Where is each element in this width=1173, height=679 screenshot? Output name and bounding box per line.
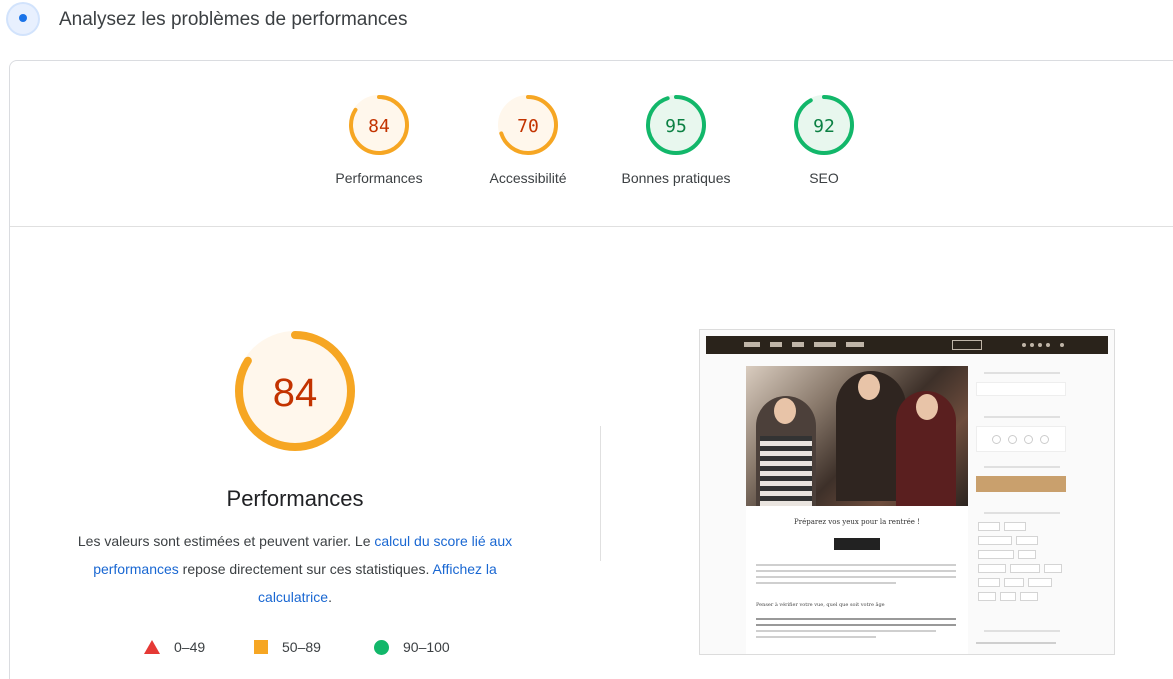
legend-average: 50–89 [254, 639, 321, 655]
legend-label: 50–89 [282, 639, 321, 655]
performance-score: 84 [273, 371, 318, 415]
score-legend: 0–49 50–89 90–100 [140, 637, 480, 661]
gauge-score: 84 [368, 116, 390, 137]
square-icon [254, 640, 268, 654]
gauge-label: Performances [335, 170, 423, 186]
gauge-seo[interactable]: 92 SEO [754, 94, 894, 186]
thumbnail-subheading: Penser à vérifier votre vue, quel que so… [756, 602, 885, 608]
triangle-icon [144, 640, 160, 654]
performance-gauge-ring: 84 [235, 331, 355, 451]
gauge-label: Bonnes pratiques [621, 170, 731, 186]
legend-label: 90–100 [403, 639, 450, 655]
gauge-score: 92 [813, 116, 835, 137]
description-text: repose directement sur ces statistiques. [178, 561, 433, 577]
gauge-bonnes-pratiques[interactable]: 95 Bonnes pratiques [606, 94, 746, 186]
lighthouse-icon [8, 4, 38, 34]
gauge-performances[interactable]: 84 Performances [309, 94, 449, 186]
gauge-score: 70 [517, 116, 539, 137]
thumbnail-hero-image [746, 366, 968, 506]
report-card: 84 Performances 70 Accessibilité 95 Bonn… [9, 60, 1173, 679]
gauge-label: Accessibilité [489, 170, 567, 186]
vertical-divider [600, 426, 601, 561]
gauge-label: SEO [809, 170, 839, 186]
gauge-accessibilite[interactable]: 70 Accessibilité [458, 94, 598, 186]
gauge-ring: 84 [349, 95, 409, 155]
performance-gauge: 84 [233, 329, 357, 453]
performance-title: Performances [226, 486, 364, 511]
description-text: Les valeurs sont estimées et peuvent var… [77, 533, 375, 549]
gauge-ring: 95 [646, 95, 706, 155]
thumbnail-sidebar [976, 366, 1068, 654]
gauge-ring: 92 [794, 95, 854, 155]
lighthouse-report: Analysez les problèmes de performances 8… [0, 0, 1173, 679]
category-gauges: 84 Performances 70 Accessibilité 95 Bonn… [10, 61, 1173, 227]
performance-description: Les valeurs sont estimées et peuvent var… [60, 527, 530, 611]
circle-icon [374, 639, 389, 655]
section-title: Analysez les problèmes de performances [59, 9, 408, 30]
description-text: . [328, 589, 332, 605]
legend-pass: 90–100 [374, 639, 450, 655]
thumbnail-navbar [706, 336, 1108, 354]
thumbnail-article: Préparez vos yeux pour la rentrée ! Pens… [746, 506, 968, 654]
gauge-score: 95 [665, 116, 687, 137]
legend-fail: 0–49 [144, 639, 205, 655]
page-screenshot-thumbnail[interactable]: Préparez vos yeux pour la rentrée ! Pens… [699, 329, 1115, 655]
legend-label: 0–49 [174, 639, 206, 655]
thumbnail-headline: Préparez vos yeux pour la rentrée ! [794, 518, 920, 526]
gauge-ring: 70 [498, 95, 558, 155]
section-header: Analysez les problèmes de performances [0, 0, 1173, 44]
